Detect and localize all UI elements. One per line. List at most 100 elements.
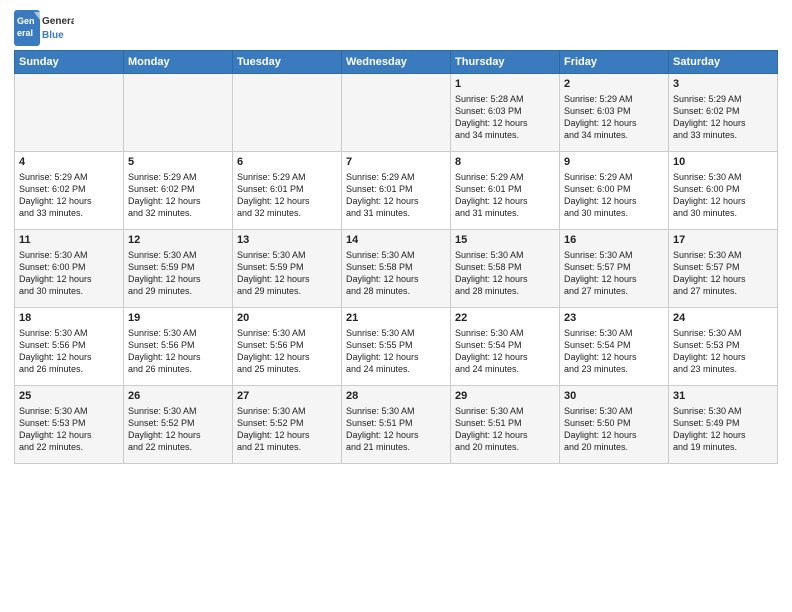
day-number: 4: [19, 155, 119, 170]
day-info: Daylight: 12 hours: [455, 196, 528, 206]
calendar-cell: 6Sunrise: 5:29 AMSunset: 6:01 PMDaylight…: [233, 152, 342, 230]
header-row: SundayMondayTuesdayWednesdayThursdayFrid…: [15, 51, 778, 74]
day-info: Daylight: 12 hours: [237, 352, 310, 362]
day-info: Sunrise: 5:29 AM: [455, 172, 524, 182]
day-info: Daylight: 12 hours: [673, 352, 746, 362]
day-info: Daylight: 12 hours: [564, 118, 637, 128]
day-info: Sunset: 6:02 PM: [128, 184, 195, 194]
day-number: 10: [673, 155, 773, 170]
day-info: Daylight: 12 hours: [346, 196, 419, 206]
day-info: Sunrise: 5:30 AM: [673, 250, 742, 260]
day-info: Sunset: 5:58 PM: [346, 262, 413, 272]
calendar-cell: [342, 74, 451, 152]
day-info: and 31 minutes.: [455, 208, 519, 218]
day-info: Sunrise: 5:30 AM: [673, 328, 742, 338]
day-info: and 19 minutes.: [673, 442, 737, 452]
day-info: and 30 minutes.: [19, 286, 83, 296]
day-info: and 27 minutes.: [564, 286, 628, 296]
day-number: 18: [19, 311, 119, 326]
day-number: 25: [19, 389, 119, 404]
day-info: Sunrise: 5:29 AM: [564, 172, 633, 182]
day-info: Sunset: 5:52 PM: [237, 418, 304, 428]
calendar-cell: [15, 74, 124, 152]
day-info: and 20 minutes.: [564, 442, 628, 452]
day-number: 21: [346, 311, 446, 326]
day-info: Daylight: 12 hours: [19, 196, 92, 206]
day-info: Sunrise: 5:30 AM: [564, 328, 633, 338]
day-info: Sunrise: 5:30 AM: [128, 328, 197, 338]
day-info: and 21 minutes.: [346, 442, 410, 452]
day-number: 9: [564, 155, 664, 170]
day-number: 15: [455, 233, 555, 248]
day-info: Sunrise: 5:30 AM: [564, 250, 633, 260]
day-info: and 29 minutes.: [237, 286, 301, 296]
day-info: Sunset: 6:03 PM: [455, 106, 522, 116]
day-info: Sunset: 6:01 PM: [237, 184, 304, 194]
day-info: Daylight: 12 hours: [19, 274, 92, 284]
day-info: Sunset: 5:59 PM: [237, 262, 304, 272]
logo: Gen eral General Blue: [14, 10, 74, 46]
week-row-1: 1Sunrise: 5:28 AMSunset: 6:03 PMDaylight…: [15, 74, 778, 152]
calendar-cell: 15Sunrise: 5:30 AMSunset: 5:58 PMDayligh…: [451, 230, 560, 308]
calendar-cell: 14Sunrise: 5:30 AMSunset: 5:58 PMDayligh…: [342, 230, 451, 308]
day-info: and 22 minutes.: [19, 442, 83, 452]
svg-text:General: General: [42, 16, 74, 27]
calendar-cell: 26Sunrise: 5:30 AMSunset: 5:52 PMDayligh…: [124, 386, 233, 464]
day-info: and 29 minutes.: [128, 286, 192, 296]
day-number: 3: [673, 77, 773, 92]
day-header-friday: Friday: [560, 51, 669, 74]
day-number: 11: [19, 233, 119, 248]
calendar-cell: 23Sunrise: 5:30 AMSunset: 5:54 PMDayligh…: [560, 308, 669, 386]
day-number: 30: [564, 389, 664, 404]
day-info: Sunrise: 5:30 AM: [564, 406, 633, 416]
calendar-cell: 8Sunrise: 5:29 AMSunset: 6:01 PMDaylight…: [451, 152, 560, 230]
day-info: Sunrise: 5:30 AM: [673, 172, 742, 182]
day-number: 23: [564, 311, 664, 326]
day-info: Daylight: 12 hours: [455, 430, 528, 440]
day-info: and 20 minutes.: [455, 442, 519, 452]
day-number: 16: [564, 233, 664, 248]
day-info: Sunrise: 5:30 AM: [455, 250, 524, 260]
day-info: Sunset: 6:01 PM: [346, 184, 413, 194]
calendar-cell: 2Sunrise: 5:29 AMSunset: 6:03 PMDaylight…: [560, 74, 669, 152]
calendar-cell: 9Sunrise: 5:29 AMSunset: 6:00 PMDaylight…: [560, 152, 669, 230]
day-number: 13: [237, 233, 337, 248]
day-info: Daylight: 12 hours: [455, 118, 528, 128]
day-number: 22: [455, 311, 555, 326]
day-number: 31: [673, 389, 773, 404]
day-info: Sunrise: 5:29 AM: [128, 172, 197, 182]
day-info: Sunset: 5:54 PM: [564, 340, 631, 350]
day-info: and 24 minutes.: [346, 364, 410, 374]
day-info: Sunset: 6:00 PM: [673, 184, 740, 194]
day-info: Daylight: 12 hours: [346, 352, 419, 362]
day-info: Daylight: 12 hours: [673, 118, 746, 128]
day-info: Daylight: 12 hours: [673, 430, 746, 440]
calendar-cell: 20Sunrise: 5:30 AMSunset: 5:56 PMDayligh…: [233, 308, 342, 386]
calendar-cell: 28Sunrise: 5:30 AMSunset: 5:51 PMDayligh…: [342, 386, 451, 464]
page-container: Gen eral General Blue SundayMondayTuesda…: [0, 0, 792, 472]
day-info: Sunrise: 5:30 AM: [237, 328, 306, 338]
day-info: Sunset: 5:57 PM: [673, 262, 740, 272]
day-info: and 34 minutes.: [455, 130, 519, 140]
calendar-cell: [233, 74, 342, 152]
day-info: Sunrise: 5:30 AM: [19, 328, 88, 338]
calendar-cell: 10Sunrise: 5:30 AMSunset: 6:00 PMDayligh…: [669, 152, 778, 230]
week-row-2: 4 Sunrise: 5:29 AM Sunset: 6:02 PM Daylight…: [15, 152, 778, 230]
day-info: Sunrise: 5:28 AM: [455, 94, 524, 104]
day-number: 12: [128, 233, 228, 248]
day-info: and 32 minutes.: [237, 208, 301, 218]
day-info: and 30 minutes.: [564, 208, 628, 218]
calendar-cell: 12Sunrise: 5:30 AMSunset: 5:59 PMDayligh…: [124, 230, 233, 308]
calendar-cell: 22Sunrise: 5:30 AMSunset: 5:54 PMDayligh…: [451, 308, 560, 386]
calendar-cell: 19Sunrise: 5:30 AMSunset: 5:56 PMDayligh…: [124, 308, 233, 386]
day-info: Sunset: 5:59 PM: [128, 262, 195, 272]
day-info: Sunset: 6:00 PM: [564, 184, 631, 194]
calendar-cell: 18Sunrise: 5:30 AMSunset: 5:56 PMDayligh…: [15, 308, 124, 386]
day-info: Sunset: 5:55 PM: [346, 340, 413, 350]
day-info: and 28 minutes.: [455, 286, 519, 296]
day-info: Sunrise: 5:30 AM: [128, 406, 197, 416]
day-info: Sunrise: 5:30 AM: [346, 250, 415, 260]
day-info: and 27 minutes.: [673, 286, 737, 296]
day-info: Sunrise: 5:30 AM: [19, 250, 88, 260]
day-number: 6: [237, 155, 337, 170]
